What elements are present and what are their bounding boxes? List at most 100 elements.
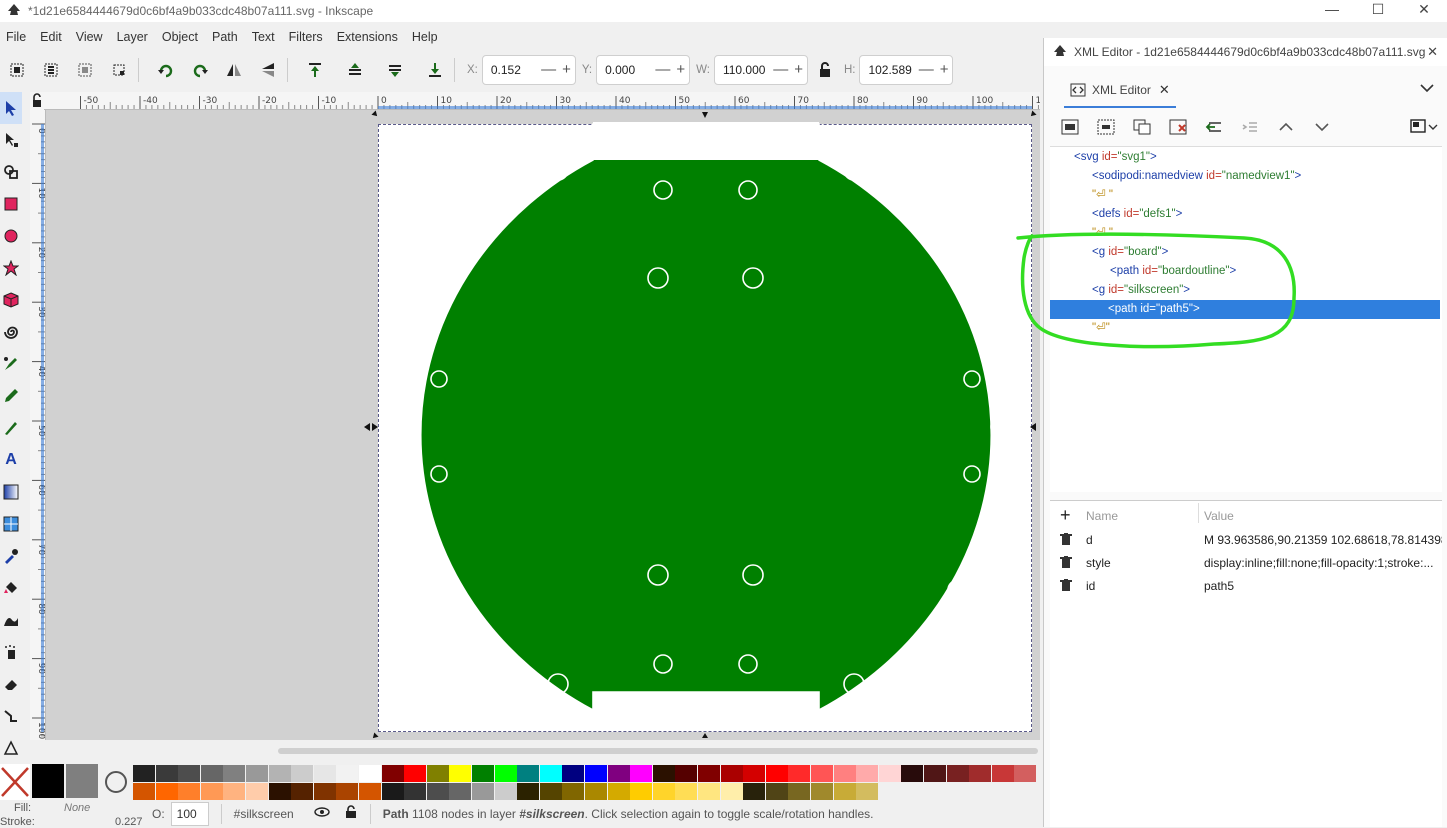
palette-swatch[interactable] bbox=[291, 765, 314, 782]
palette-swatch[interactable] bbox=[246, 783, 268, 800]
pen-tool-icon[interactable] bbox=[0, 348, 22, 380]
duplicate-node-icon[interactable] bbox=[1124, 112, 1160, 142]
palette-swatch[interactable] bbox=[788, 765, 811, 782]
palette-swatch[interactable] bbox=[607, 783, 630, 800]
xml-node-svg[interactable]: <svg id="svg1"> bbox=[1074, 148, 1157, 167]
xml-node-defs[interactable]: <defs id="defs1"> bbox=[1092, 205, 1182, 224]
palette-swatch[interactable] bbox=[765, 783, 788, 800]
layout-toggle-icon[interactable] bbox=[1410, 118, 1440, 139]
drawing-canvas[interactable] bbox=[46, 110, 1040, 740]
unset-paint-icon[interactable] bbox=[102, 764, 130, 798]
palette-swatch[interactable] bbox=[517, 765, 540, 782]
attr-name-style[interactable]: style bbox=[1086, 556, 1111, 570]
palette-swatch[interactable] bbox=[359, 783, 381, 800]
h-decrement[interactable]: — bbox=[919, 62, 934, 78]
palette-swatch[interactable] bbox=[155, 783, 178, 800]
palette-swatch[interactable] bbox=[539, 783, 562, 800]
palette-swatch[interactable] bbox=[336, 783, 359, 800]
lower-node-icon[interactable] bbox=[1304, 112, 1340, 142]
palette-swatch[interactable] bbox=[811, 765, 833, 782]
lower-to-bottom-icon[interactable] bbox=[422, 57, 448, 83]
palette-swatch[interactable] bbox=[200, 765, 223, 782]
attr-name-d[interactable]: d bbox=[1086, 533, 1093, 547]
swatch-gray[interactable] bbox=[66, 764, 98, 798]
palette-swatch[interactable] bbox=[698, 765, 720, 782]
horizontal-scrollbar[interactable] bbox=[278, 748, 1038, 754]
fill-value[interactable]: None bbox=[64, 802, 90, 814]
panel-menu-chevron-icon[interactable] bbox=[1420, 82, 1434, 96]
menu-edit[interactable]: Edit bbox=[34, 30, 70, 44]
opacity-input[interactable]: 100 bbox=[170, 801, 209, 826]
palette-swatch[interactable] bbox=[765, 765, 788, 782]
layer-lock-icon[interactable] bbox=[344, 805, 358, 822]
menu-help[interactable]: Help bbox=[406, 30, 446, 44]
palette-swatch[interactable] bbox=[720, 765, 743, 782]
measure-tool-icon[interactable] bbox=[0, 732, 22, 764]
palette-swatch[interactable] bbox=[449, 783, 472, 800]
palette-swatch[interactable] bbox=[946, 765, 969, 782]
palette-swatch[interactable] bbox=[291, 783, 314, 800]
w-increment[interactable]: + bbox=[794, 62, 803, 78]
palette-swatch[interactable] bbox=[223, 783, 246, 800]
flip-vertical-icon[interactable] bbox=[255, 57, 281, 83]
palette-swatch[interactable] bbox=[404, 765, 427, 782]
gradient-tool-icon[interactable] bbox=[0, 476, 22, 508]
close-tab-icon[interactable]: ✕ bbox=[1159, 82, 1170, 98]
attr-name-id[interactable]: id bbox=[1086, 579, 1095, 593]
ellipse-tool-icon[interactable] bbox=[0, 220, 22, 252]
minimize-button[interactable]: — bbox=[1309, 0, 1355, 22]
palette-swatch[interactable] bbox=[675, 765, 698, 782]
palette-swatch[interactable] bbox=[969, 765, 992, 782]
xml-editor-close-icon[interactable]: ✕ bbox=[1427, 44, 1438, 60]
palette-swatch[interactable] bbox=[381, 765, 404, 782]
menu-object[interactable]: Object bbox=[156, 30, 206, 44]
add-attribute-icon[interactable]: + bbox=[1060, 505, 1071, 526]
palette-swatch[interactable] bbox=[652, 783, 675, 800]
h-input[interactable]: 102.589— + bbox=[859, 55, 954, 85]
palette-swatch[interactable] bbox=[585, 765, 607, 782]
palette-swatch[interactable] bbox=[200, 783, 223, 800]
menu-file[interactable]: File bbox=[0, 30, 34, 44]
palette-swatch[interactable] bbox=[856, 783, 879, 800]
palette-swatch[interactable] bbox=[133, 765, 155, 782]
palette-swatch[interactable] bbox=[426, 783, 449, 800]
menu-path[interactable]: Path bbox=[206, 30, 246, 44]
palette-swatch[interactable] bbox=[833, 783, 856, 800]
trash-icon[interactable] bbox=[1060, 579, 1072, 595]
board-drawing[interactable] bbox=[46, 110, 1040, 740]
palette-swatch[interactable] bbox=[359, 765, 381, 782]
new-text-node-icon[interactable] bbox=[1088, 112, 1124, 142]
lock-icon[interactable] bbox=[812, 57, 838, 83]
palette-swatch[interactable] bbox=[607, 765, 630, 782]
eraser-tool-icon[interactable] bbox=[0, 668, 22, 700]
palette-swatch[interactable] bbox=[223, 765, 246, 782]
board-outline[interactable] bbox=[420, 123, 992, 712]
palette-swatch[interactable] bbox=[381, 783, 404, 800]
attr-value-style[interactable]: display:inline;fill:none;fill-opacity:1;… bbox=[1204, 556, 1442, 570]
palette-swatch[interactable] bbox=[472, 765, 494, 782]
attr-value-id[interactable]: path5 bbox=[1204, 579, 1234, 593]
palette-swatch[interactable] bbox=[562, 783, 585, 800]
x-decrement[interactable]: — bbox=[541, 62, 556, 78]
raise-icon[interactable] bbox=[342, 57, 368, 83]
palette-swatch[interactable] bbox=[878, 765, 901, 782]
shape-builder-icon[interactable] bbox=[0, 156, 22, 188]
palette-swatch[interactable] bbox=[494, 783, 517, 800]
y-input[interactable]: 0.000— + bbox=[596, 55, 691, 85]
new-element-node-icon[interactable] bbox=[1052, 112, 1088, 142]
y-decrement[interactable]: — bbox=[655, 62, 670, 78]
palette-swatch[interactable] bbox=[313, 783, 336, 800]
paint-bucket-icon[interactable] bbox=[0, 572, 22, 604]
rectangle-tool-icon[interactable] bbox=[0, 188, 22, 220]
mesh-tool-icon[interactable] bbox=[0, 508, 22, 540]
lock-guides-icon[interactable] bbox=[30, 92, 44, 110]
palette-swatch[interactable] bbox=[585, 783, 607, 800]
palette-swatch[interactable] bbox=[901, 765, 924, 782]
unindent-node-icon[interactable] bbox=[1196, 112, 1232, 142]
palette-swatch[interactable] bbox=[449, 765, 472, 782]
rotate-cw-icon[interactable] bbox=[187, 57, 213, 83]
palette-swatch[interactable] bbox=[788, 783, 811, 800]
palette-swatch[interactable] bbox=[404, 783, 427, 800]
flip-horizontal-icon[interactable] bbox=[221, 57, 247, 83]
raise-node-icon[interactable] bbox=[1268, 112, 1304, 142]
